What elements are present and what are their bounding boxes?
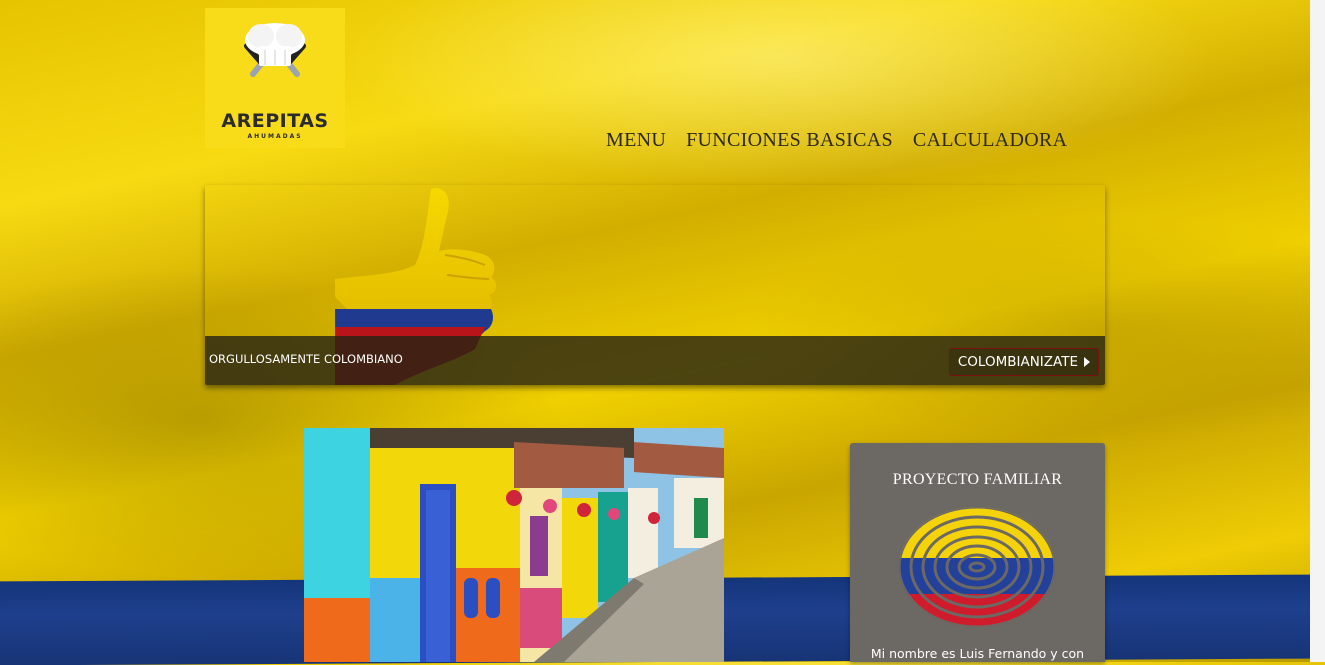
main-nav: MENU FUNCIONES BASICAS CALCULADORA	[606, 129, 1067, 152]
page-scroll-edge	[1310, 0, 1325, 662]
chef-hat-icon	[244, 23, 306, 77]
hero-caption-bar: ORGULLOSAMENTE COLOMBIANO COLOMBIANIZATE	[205, 336, 1105, 385]
hero-caption: ORGULLOSAMENTE COLOMBIANO	[209, 352, 403, 366]
colombianizate-button[interactable]: COLOMBIANIZATE	[948, 348, 1099, 376]
nav-item-calculadora[interactable]: CALCULADORA	[913, 129, 1067, 152]
colombianizate-label: COLOMBIANIZATE	[957, 354, 1078, 370]
family-project-card: PROYECTO FAMILIAR Mi nombre es Luis Fern…	[850, 443, 1105, 662]
hero-slider[interactable]: ORGULLOSAMENTE COLOMBIANO COLOMBIANIZATE	[205, 185, 1105, 385]
card-body-text: Mi nombre es Luis Fernando y con	[870, 646, 1085, 661]
logo-title: AREPITAS	[221, 110, 329, 132]
logo-subtitle: AHUMADAS	[247, 133, 303, 140]
card-heading: PROYECTO FAMILIAR	[892, 471, 1063, 488]
colorful-street-image	[304, 428, 724, 662]
play-arrow-icon	[1084, 357, 1090, 367]
site-logo[interactable]: AREPITAS AHUMADAS	[205, 8, 345, 148]
colombia-fingerprint-icon	[899, 507, 1055, 627]
nav-item-menu[interactable]: MENU	[606, 129, 666, 152]
nav-item-funciones-basicas[interactable]: FUNCIONES BASICAS	[686, 129, 893, 152]
